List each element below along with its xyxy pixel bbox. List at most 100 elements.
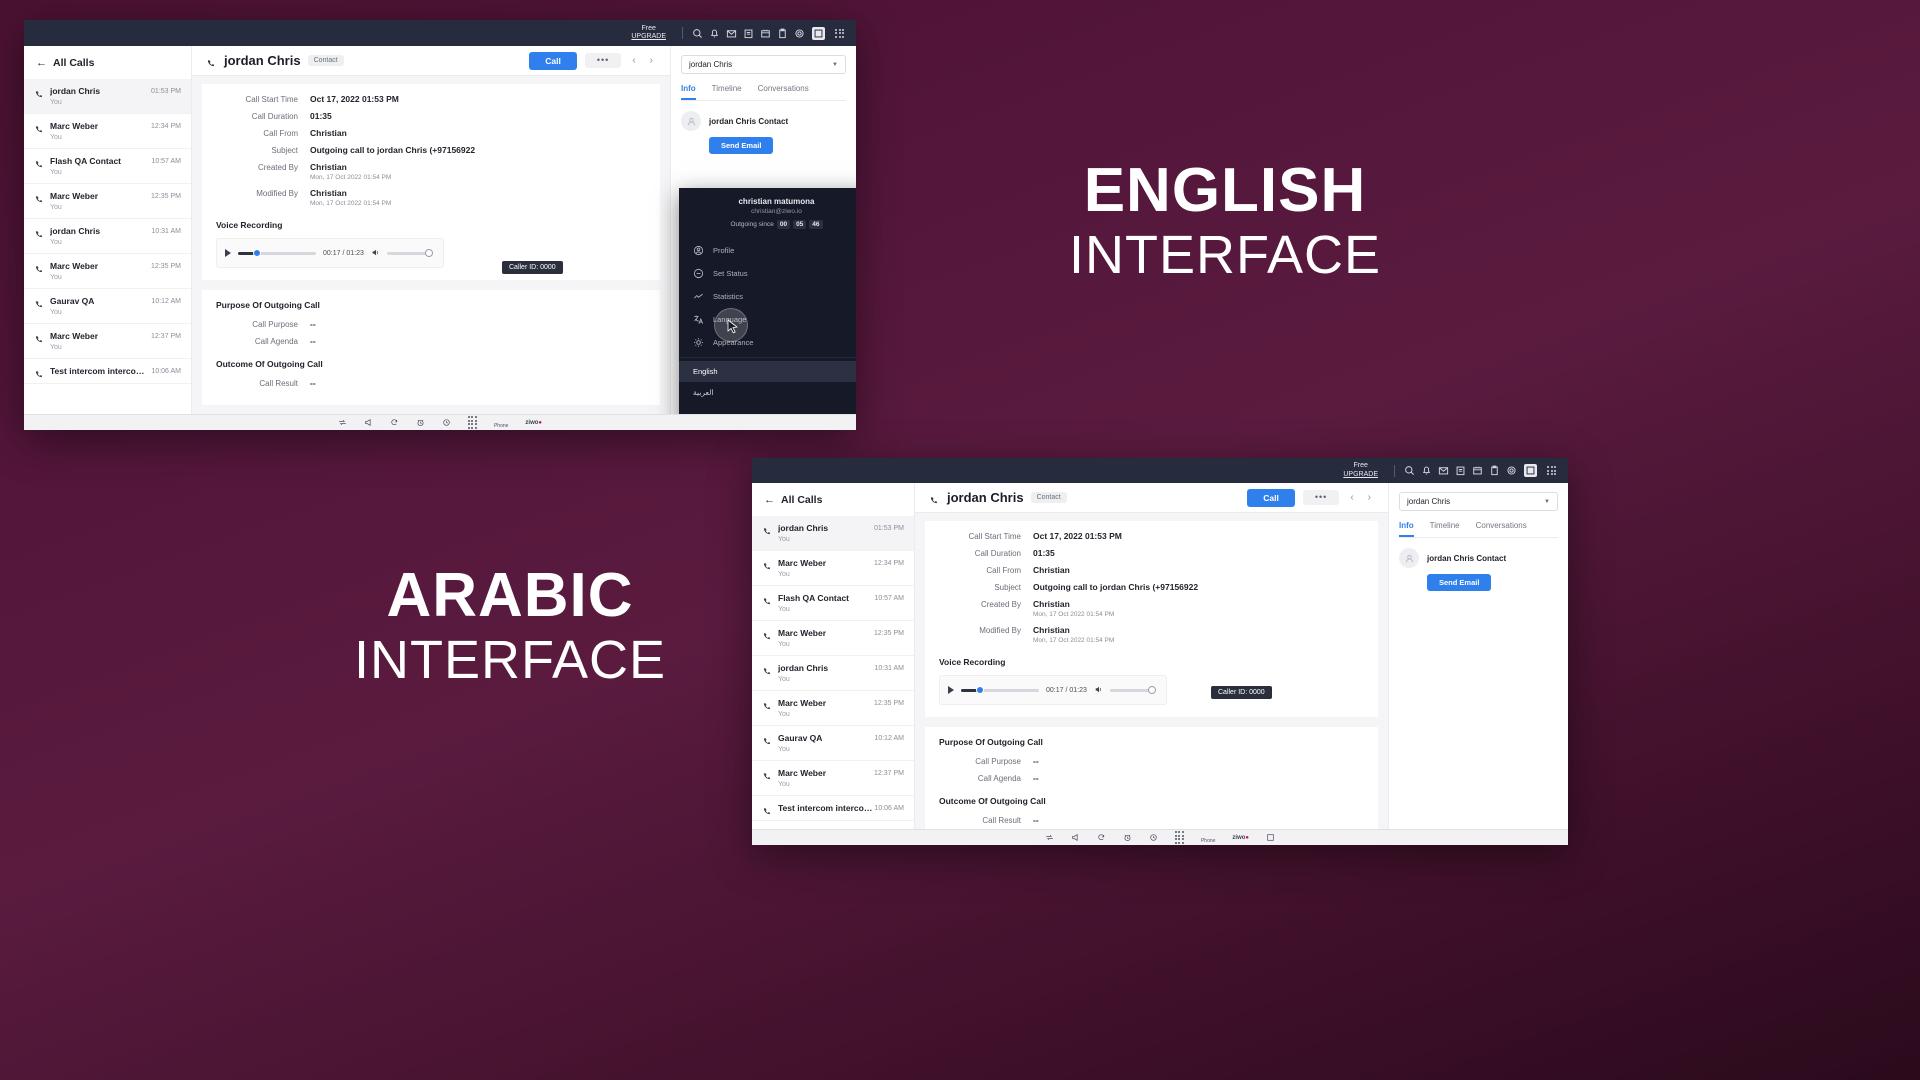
call-list-item[interactable]: Flash QA Contact 10:57 AM You <box>752 586 914 621</box>
clipboard-icon[interactable] <box>1486 462 1503 479</box>
audio-player-arabic[interactable]: 00:17 / 01:23 <box>939 675 1167 705</box>
next-record-button[interactable]: › <box>647 55 656 66</box>
all-calls-label: All Calls <box>53 57 95 69</box>
call-list-item[interactable]: Test intercom intercom ... 10:06 AM <box>24 359 191 384</box>
window-icon[interactable] <box>1524 464 1537 477</box>
apps-grid-icon[interactable] <box>831 25 848 42</box>
call-list-item[interactable]: Marc Weber 12:35 PM You <box>24 184 191 219</box>
tab-info[interactable]: Info <box>681 84 696 100</box>
more-options-button[interactable]: ••• <box>584 53 622 68</box>
call-list-item[interactable]: Flash QA Contact 10:57 AM You <box>24 149 191 184</box>
alarm-icon[interactable] <box>1123 833 1132 842</box>
rotate-icon[interactable] <box>390 418 399 427</box>
call-item-name: Marc Weber <box>778 558 827 568</box>
all-calls-back-button-arabic[interactable]: ← All Calls <box>752 483 914 516</box>
menu-item-chart-line[interactable]: Statistics <box>679 285 856 308</box>
next-record-button[interactable]: › <box>1365 492 1374 503</box>
free-upgrade-link[interactable]: Free UPGRADE <box>631 25 666 41</box>
menu-item-translate[interactable]: Language <box>679 308 856 331</box>
call-list-item[interactable]: Marc Weber 12:34 PM You <box>24 114 191 149</box>
all-calls-back-button[interactable]: ← All Calls <box>24 46 191 79</box>
tab-timeline[interactable]: Timeline <box>712 84 742 100</box>
dialpad-icon[interactable] <box>467 416 477 429</box>
transfer-icon[interactable] <box>1045 833 1054 842</box>
dialpad-icon[interactable] <box>1174 831 1184 844</box>
window-icon[interactable] <box>812 26 825 40</box>
calendar-icon[interactable] <box>1469 462 1486 479</box>
prev-record-button[interactable]: ‹ <box>1347 492 1356 503</box>
alarm-icon[interactable] <box>416 418 425 427</box>
call-list-item[interactable]: jordan Chris 10:31 AM You <box>752 656 914 691</box>
search-icon[interactable] <box>689 25 706 42</box>
volume-slider[interactable] <box>1109 686 1156 694</box>
call-button[interactable]: Call <box>529 51 577 70</box>
play-icon[interactable] <box>948 686 954 694</box>
phone-dock-label[interactable]: Phone <box>494 423 508 429</box>
call-item-time: 01:53 PM <box>874 524 904 532</box>
purpose-fields-list: Call Purpose -- Call Agenda -- <box>202 319 660 346</box>
upgrade-label-arabic: UPGRADE <box>1343 470 1378 478</box>
send-email-button[interactable]: Send Email <box>1427 574 1492 591</box>
menu-item-user-circle[interactable]: Profile <box>679 239 856 262</box>
seek-slider[interactable] <box>238 249 316 257</box>
window-icon[interactable] <box>1266 833 1275 842</box>
call-list-item[interactable]: jordan Chris 01:53 PM You <box>752 516 914 551</box>
apps-grid-icon[interactable] <box>1543 462 1560 479</box>
free-upgrade-link-arabic[interactable]: Free UPGRADE <box>1343 462 1378 478</box>
more-options-button[interactable]: ••• <box>1302 490 1340 505</box>
page-title-arabic: jordan Chris <box>947 490 1024 505</box>
search-icon[interactable] <box>1401 462 1418 479</box>
gear-icon[interactable] <box>1503 462 1520 479</box>
play-icon[interactable] <box>225 249 231 257</box>
phone-outgoing-icon <box>34 366 44 378</box>
call-list-item[interactable]: Gaurav QA 10:12 AM You <box>24 289 191 324</box>
call-list-item[interactable]: Marc Weber 12:35 PM You <box>24 254 191 289</box>
tab-conversations[interactable]: Conversations <box>758 84 809 100</box>
call-list-item[interactable]: jordan Chris 01:53 PM You <box>24 79 191 114</box>
tab-timeline[interactable]: Timeline <box>1430 521 1460 537</box>
call-list-item[interactable]: Test intercom intercom ... 10:06 AM <box>752 796 914 821</box>
call-list-item[interactable]: Marc Weber 12:37 PM You <box>24 324 191 359</box>
phone-dock-label[interactable]: Phone <box>1201 838 1215 844</box>
avatar <box>681 111 701 131</box>
call-list-item[interactable]: Marc Weber 12:35 PM You <box>752 691 914 726</box>
megaphone-icon[interactable] <box>1071 833 1080 842</box>
menu-item-sun[interactable]: Appearance <box>679 331 856 354</box>
volume-slider[interactable] <box>386 249 433 257</box>
megaphone-icon[interactable] <box>364 418 373 427</box>
call-list-item[interactable]: jordan Chris 10:31 AM You <box>24 219 191 254</box>
detail-field-row: Call Start Time Oct 17, 2022 01:53 PM <box>925 531 1378 541</box>
speaker-icon[interactable] <box>1094 681 1103 699</box>
call-list-item[interactable]: Marc Weber 12:34 PM You <box>752 551 914 586</box>
mail-icon[interactable] <box>723 25 740 42</box>
gear-icon[interactable] <box>791 25 808 42</box>
history-icon[interactable] <box>1149 833 1158 842</box>
bell-icon[interactable] <box>706 25 723 42</box>
contact-select[interactable]: jordan Chris ▼ <box>681 55 846 74</box>
transfer-icon[interactable] <box>338 418 347 427</box>
note-icon[interactable] <box>1452 462 1469 479</box>
contact-select-arabic[interactable]: jordan Chris ▼ <box>1399 492 1558 511</box>
note-icon[interactable] <box>740 25 757 42</box>
send-email-button[interactable]: Send Email <box>709 137 774 154</box>
speaker-icon[interactable] <box>371 244 380 262</box>
call-list-item[interactable]: Marc Weber 12:35 PM You <box>752 621 914 656</box>
call-button[interactable]: Call <box>1247 488 1295 507</box>
menu-item-minus-circle[interactable]: Set Status <box>679 262 856 285</box>
detail-field-label: Modified By <box>256 189 298 198</box>
language-option[interactable]: English <box>679 361 856 382</box>
prev-record-button[interactable]: ‹ <box>629 55 638 66</box>
audio-player[interactable]: 00:17 / 01:23 <box>216 238 444 268</box>
seek-slider[interactable] <box>961 686 1039 694</box>
call-list-item[interactable]: Marc Weber 12:37 PM You <box>752 761 914 796</box>
language-option[interactable]: العربية <box>679 382 856 403</box>
tab-info[interactable]: Info <box>1399 521 1414 537</box>
rotate-icon[interactable] <box>1097 833 1106 842</box>
bell-icon[interactable] <box>1418 462 1435 479</box>
tab-conversations[interactable]: Conversations <box>1476 521 1527 537</box>
clipboard-icon[interactable] <box>774 25 791 42</box>
history-icon[interactable] <box>442 418 451 427</box>
mail-icon[interactable] <box>1435 462 1452 479</box>
calendar-icon[interactable] <box>757 25 774 42</box>
call-list-item[interactable]: Gaurav QA 10:12 AM You <box>752 726 914 761</box>
